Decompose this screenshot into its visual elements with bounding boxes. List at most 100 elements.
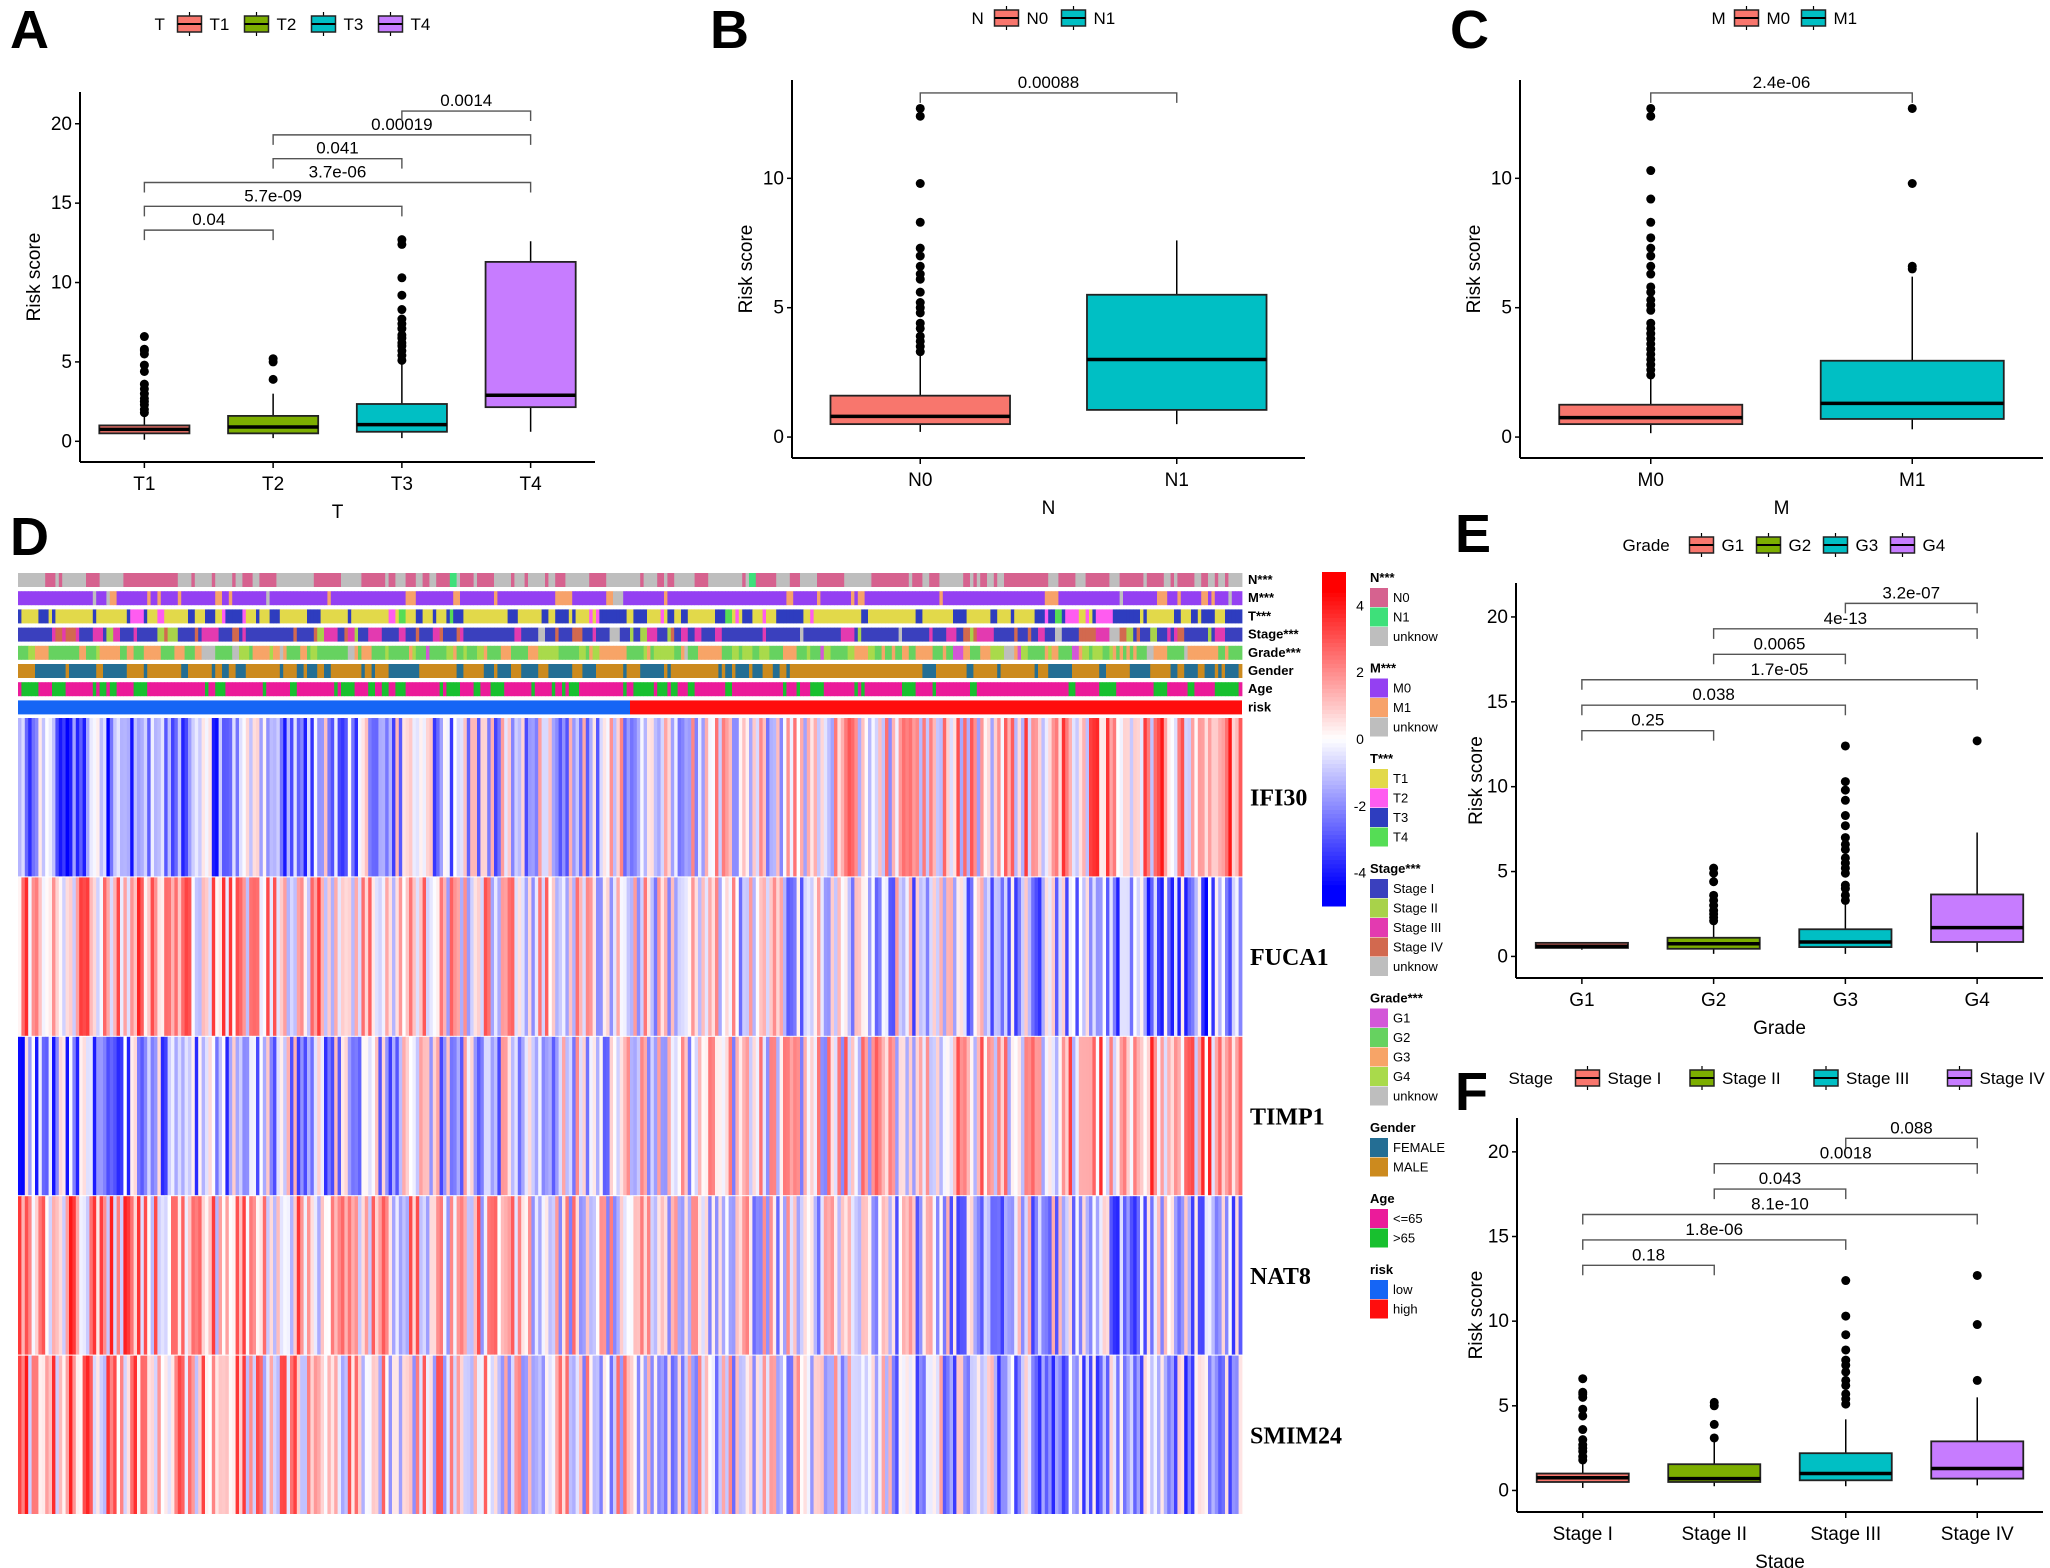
annotation-cell [106,682,111,697]
heatmap-cell [1191,718,1195,877]
heatmap-cell [857,718,862,877]
heatmap-cell [1082,1036,1086,1196]
annotation-cell [276,664,281,678]
annotation-cell [1201,664,1205,678]
annotation-cell [79,664,83,678]
heatmap-cell [130,1196,134,1355]
annotation-cell [789,664,794,678]
heatmap-cell [293,1196,298,1355]
annotation-cell [1116,664,1120,678]
heatmap-cell [1150,877,1154,1036]
annotation-cell [708,664,712,678]
annotation-cell [72,627,77,642]
comparison-bracket: 0.04 [143,210,274,241]
heatmap-cell [551,718,556,877]
annotation-cell [949,645,954,660]
heatmap-cell [844,1036,848,1196]
annotation-cell [1174,591,1178,606]
heatmap-cell [1150,1196,1154,1355]
heatmap-cell [1085,1036,1090,1196]
annotation-cell [738,591,743,606]
annotation-cell [963,682,967,697]
heatmap-cell [239,877,243,1036]
x-tick-label: G1 [1569,990,1594,1011]
annotation-cell [1116,645,1120,660]
annotation-cell [929,591,933,606]
heatmap-cell [963,877,967,1036]
heatmap-cell [599,877,604,1036]
heatmap-cell [188,1196,192,1355]
annotation-cell [347,627,352,642]
annotation-cell [79,573,83,587]
annotation-cell [728,591,733,606]
annotation-cell [942,664,947,678]
annotation-cell [786,609,791,624]
legend-group-t: T***T1T2T3T4 [1370,751,1408,847]
annotation-cell [1157,682,1161,697]
annotation-cell [691,627,695,642]
heatmap-cell [470,1196,474,1355]
annotation-cell [1024,682,1029,697]
annotation-cell [96,591,100,606]
heatmap-cell [1106,1196,1110,1355]
annotation-cell [596,645,600,660]
annotation-cell [647,609,651,624]
heatmap-cell [361,1036,366,1196]
heatmap-cell [395,1036,400,1196]
heatmap-cell [701,718,706,877]
colorbar-step [1322,672,1346,677]
annotation-cell [922,645,927,660]
legend-label: T2 [277,15,297,34]
annotation-cell [388,682,393,697]
annotation-cell [86,664,90,678]
heatmap-cell [1092,1036,1097,1196]
heatmap-cell [534,1355,539,1514]
annotation-cell [154,627,158,642]
heatmap-cell [1184,718,1188,877]
annotation-cell [1160,682,1165,697]
annotation-cell [528,573,532,587]
heatmap-cell [698,877,702,1036]
annotation-cell [310,664,315,678]
annotation-cell [993,645,998,660]
annotation-cell [1051,682,1056,697]
heatmap-cell [572,1196,576,1355]
annotation-cell [1021,627,1025,642]
legend: M M0 M1 [1712,6,1857,30]
annotation-cell [181,645,185,660]
annotation-cell [300,573,304,587]
annotation-cell [1044,573,1049,587]
annotation-cell [963,645,967,660]
heatmap-cell [582,877,587,1036]
annotation-cell [660,609,665,624]
annotation-cell [497,645,502,660]
annotation-cell [460,609,464,624]
heatmap-cell [681,1196,685,1355]
annotation-cell [1095,573,1100,587]
annotation-cell [198,573,202,587]
heatmap-cell [732,1355,736,1514]
annotation-cell [868,573,872,587]
annotation-cell [164,645,168,660]
annotation-cell [375,591,379,606]
annotation-cell [912,664,916,678]
heatmap-cell [446,718,451,877]
heatmap-cell [72,1036,77,1196]
annotation-cell [687,627,692,642]
heatmap-cell [837,718,842,877]
annotation-cell [633,645,638,660]
annotation-cell [657,664,661,678]
heatmap-cell [823,877,828,1036]
annotation-cell [225,591,230,606]
annotation-cell [1014,627,1018,642]
heatmap-cell [779,1036,784,1196]
heatmap-cell [742,1036,746,1196]
annotation-cell [456,664,461,678]
annotation-cell [327,682,332,697]
heatmap-cell [205,1196,209,1355]
annotation-cell [762,645,767,660]
heatmap-cell [52,877,56,1036]
heatmap-cell [1214,1036,1219,1196]
annotation-cell [313,591,318,606]
annotation-cell [412,591,417,606]
